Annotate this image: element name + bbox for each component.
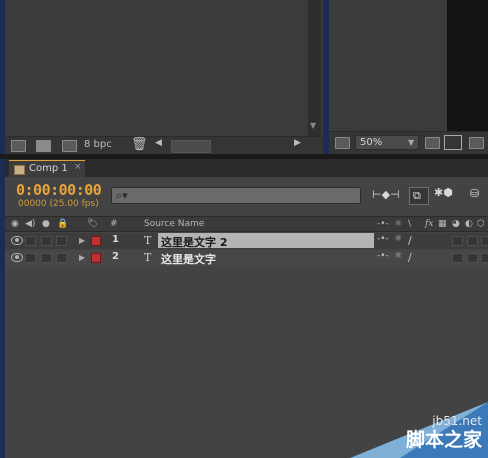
text-layer-icon: T bbox=[144, 234, 152, 247]
scroll-left-icon[interactable]: ◀ bbox=[155, 138, 162, 148]
layer-name[interactable]: 这里是文字 bbox=[158, 250, 220, 266]
lock-toggle[interactable] bbox=[56, 253, 67, 263]
frame-blend-column-icon[interactable]: ▦ bbox=[438, 219, 447, 229]
collapse-switch-icon[interactable]: ☼ bbox=[394, 251, 402, 261]
draft-3d-icon: ⧉ bbox=[413, 189, 421, 202]
search-input[interactable]: ⌕▾ bbox=[111, 187, 361, 204]
layer-number: 2 bbox=[112, 251, 119, 262]
solo-toggle[interactable] bbox=[41, 236, 52, 246]
composition-icon bbox=[14, 165, 25, 175]
collapse-transform-icon[interactable]: ☼ bbox=[394, 219, 402, 229]
scroll-down-icon[interactable]: ▼ bbox=[310, 121, 316, 130]
adjustment-layer-icon[interactable]: ◐ bbox=[465, 219, 473, 229]
bit-depth-label[interactable]: 8 bpc bbox=[84, 139, 112, 150]
layer-name[interactable]: 这里是文字 2 bbox=[158, 233, 374, 249]
expand-triangle-icon[interactable]: ▶ bbox=[79, 236, 85, 245]
resolution-icon[interactable] bbox=[425, 137, 440, 149]
new-folder-icon[interactable] bbox=[36, 140, 51, 152]
adjustment-toggle[interactable] bbox=[467, 253, 478, 263]
layer-column-header: ◉ ◀) ● 🔒 🏷 # Source Name -•- ☼ \ fx ▦ ◕ … bbox=[5, 216, 488, 232]
quality-switch-icon[interactable]: ∕ bbox=[408, 234, 412, 247]
viewer-canvas bbox=[447, 0, 488, 131]
composition-mini-flowchart-icon[interactable]: ⊢◆⊣ bbox=[372, 188, 400, 201]
trash-icon[interactable]: 🗑 bbox=[131, 137, 148, 152]
transparency-grid-icon[interactable] bbox=[469, 137, 484, 149]
watermark-name: 脚本之家 bbox=[405, 429, 482, 451]
project-scrollbar[interactable]: ▼ bbox=[308, 0, 321, 136]
layer-number: 1 bbox=[112, 234, 119, 245]
3d-toggle[interactable] bbox=[481, 253, 488, 263]
quality-icon[interactable]: \ bbox=[408, 219, 411, 229]
motion-blur-icon[interactable]: ◕ bbox=[452, 219, 460, 229]
frame-rate-display: 00000 (25.00 fps) bbox=[18, 199, 99, 209]
hide-shy-layers-icon[interactable]: ✱⬢ bbox=[434, 186, 453, 199]
viewer-footer: 50% ▼ bbox=[329, 131, 488, 155]
label-tag-icon[interactable]: 🏷 bbox=[87, 219, 98, 229]
layer-row[interactable]: ▶ 2 T 这里是文字 -•- ☼ ∕ bbox=[5, 250, 488, 266]
zoom-value: 50% bbox=[360, 137, 383, 148]
chevron-down-icon: ▼ bbox=[408, 138, 415, 147]
motion-blur-toggle[interactable] bbox=[452, 236, 463, 246]
solo-icon[interactable]: ● bbox=[42, 219, 50, 229]
audio-toggle[interactable] bbox=[25, 253, 36, 263]
lock-toggle[interactable] bbox=[56, 236, 67, 246]
number-column: # bbox=[110, 219, 118, 229]
audio-toggle[interactable] bbox=[25, 236, 36, 246]
tab-label: Comp 1 bbox=[29, 163, 68, 174]
audio-icon[interactable]: ◀) bbox=[25, 219, 35, 229]
region-of-interest-icon[interactable] bbox=[444, 135, 462, 150]
source-name-column[interactable]: Source Name bbox=[144, 219, 204, 229]
collapse-switch-icon[interactable]: ☼ bbox=[394, 234, 402, 244]
expand-triangle-icon[interactable]: ▶ bbox=[79, 253, 85, 262]
effects-icon[interactable]: fx bbox=[425, 219, 433, 229]
tab-comp-1[interactable]: Comp 1 × bbox=[9, 160, 85, 177]
interpret-footage-icon[interactable] bbox=[11, 140, 26, 152]
current-time-display[interactable]: 0:00:00:00 bbox=[16, 181, 102, 199]
layer-row[interactable]: ▶ 1 T 这里是文字 2 -•- ☼ ∕ bbox=[5, 233, 488, 249]
label-color-swatch[interactable] bbox=[91, 253, 101, 263]
scroll-right-icon[interactable]: ▶ bbox=[294, 138, 301, 148]
adjustment-toggle[interactable] bbox=[467, 236, 478, 246]
text-layer-icon: T bbox=[144, 251, 152, 264]
project-panel bbox=[5, 0, 323, 136]
eye-icon[interactable] bbox=[11, 236, 23, 245]
project-footer: 8 bpc 🗑 ◀ ▶ bbox=[5, 136, 323, 155]
eye-icon[interactable] bbox=[11, 253, 23, 262]
close-icon[interactable]: × bbox=[74, 162, 82, 172]
solo-toggle[interactable] bbox=[41, 253, 52, 263]
3d-layer-icon[interactable]: ⬡ bbox=[477, 219, 485, 229]
shy-switch-icon[interactable]: -•- bbox=[377, 251, 389, 261]
label-color-swatch[interactable] bbox=[91, 236, 101, 246]
draft-3d-button[interactable]: ⧉ bbox=[409, 187, 429, 205]
motion-blur-toggle[interactable] bbox=[452, 253, 463, 263]
shy-switch-icon[interactable]: -•- bbox=[377, 234, 389, 244]
shy-icon[interactable]: -•- bbox=[377, 219, 389, 229]
always-preview-icon[interactable] bbox=[335, 137, 350, 149]
horizontal-scroll-thumb[interactable] bbox=[171, 140, 211, 153]
frame-blending-icon[interactable]: ⛁ bbox=[470, 187, 479, 200]
3d-toggle[interactable] bbox=[481, 236, 488, 246]
new-composition-icon[interactable] bbox=[62, 140, 77, 152]
search-icon: ⌕▾ bbox=[116, 189, 128, 202]
eye-icon[interactable]: ◉ bbox=[11, 219, 19, 229]
zoom-select[interactable]: 50% ▼ bbox=[355, 135, 419, 150]
quality-switch-icon[interactable]: ∕ bbox=[408, 251, 412, 264]
lock-icon[interactable]: 🔒 bbox=[57, 219, 68, 229]
